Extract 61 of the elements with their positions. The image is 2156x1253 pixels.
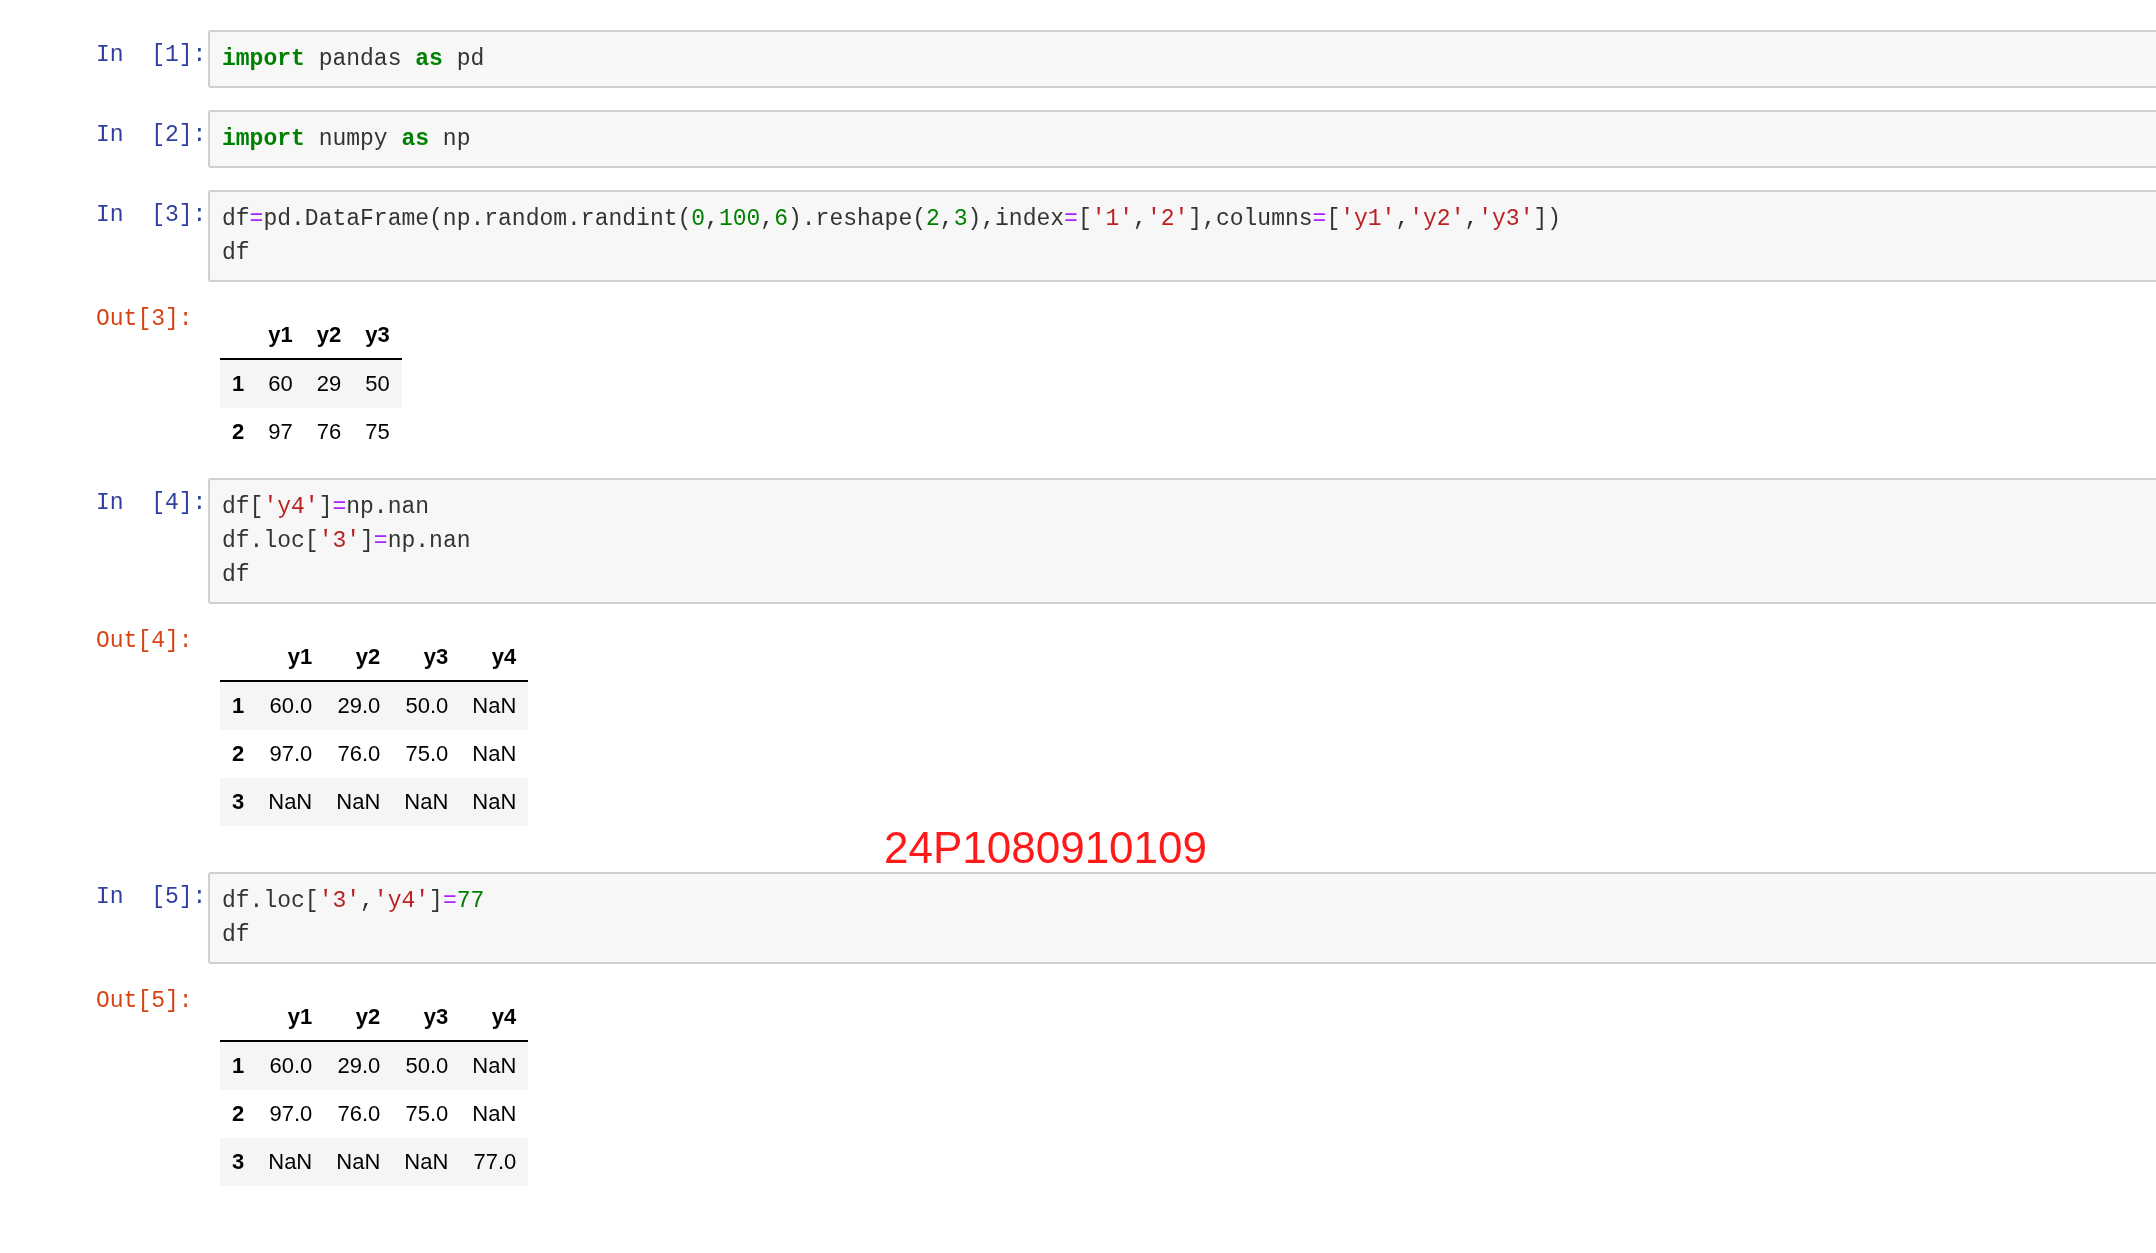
table-cell: 75.0 xyxy=(392,1090,461,1138)
output-prompt: Out[4]: xyxy=(95,627,194,654)
table-cell: 75 xyxy=(353,408,402,456)
code-cell[interactable]: df['y4']=np.nan df.loc['3']=np.nan df xyxy=(208,478,2156,604)
row-index: 1 xyxy=(220,681,257,730)
table-cell: 76.0 xyxy=(324,730,393,778)
table-cell: NaN xyxy=(392,778,461,826)
output-prompt: Out[5]: xyxy=(95,987,194,1014)
table-cell: 76 xyxy=(304,408,354,456)
code-line: df.loc['3','y4']=77 xyxy=(222,887,486,916)
table-cell: 97.0 xyxy=(256,730,325,778)
table-cell: NaN xyxy=(460,778,529,826)
annotation-text: 24P1080910109 xyxy=(884,826,1207,870)
table-cell: NaN xyxy=(460,1090,529,1138)
table-cell: 29 xyxy=(304,359,354,408)
table-cell: 77.0 xyxy=(460,1138,529,1186)
table-cell: 50 xyxy=(353,359,402,408)
row-index: 2 xyxy=(220,408,257,456)
table-cell: 50.0 xyxy=(392,1041,461,1090)
input-prompt: In [2]: xyxy=(95,121,208,148)
table-cell: 60.0 xyxy=(256,1041,325,1090)
input-prompt: In [5]: xyxy=(95,883,208,910)
row-index: 1 xyxy=(220,359,257,408)
table-cell: 75.0 xyxy=(392,730,461,778)
table-cell: NaN xyxy=(324,778,393,826)
table-cell: 29.0 xyxy=(324,681,393,730)
table-cell: 97.0 xyxy=(256,1090,325,1138)
table-cell: 29.0 xyxy=(324,1041,393,1090)
table-cell: NaN xyxy=(460,681,529,730)
table-cell: 50.0 xyxy=(392,681,461,730)
row-index: 2 xyxy=(220,730,257,778)
code-line: df.loc['3']=np.nan xyxy=(222,527,472,556)
input-prompt: In [3]: xyxy=(95,201,208,228)
code-line: df xyxy=(222,921,251,950)
output-prompt: Out[3]: xyxy=(95,305,194,332)
code-line: import pandas as pd xyxy=(222,45,486,74)
input-prompt: In [1]: xyxy=(95,41,208,68)
code-line: df=pd.DataFrame(np.random.randint(0,100,6).reshape(2,3),index=['1','2'],columns=['y1','y2','y3']) xyxy=(222,205,1563,234)
table-cell: NaN xyxy=(256,778,325,826)
code-cell[interactable]: df.loc['3','y4']=77 df xyxy=(208,872,2156,964)
row-index: 1 xyxy=(220,1041,257,1090)
table-cell: NaN xyxy=(256,1138,325,1186)
code-cell[interactable]: df=pd.DataFrame(np.random.randint(0,100,6).reshape(2,3),index=['1','2'],columns=['y1','y2','y3']) df xyxy=(208,190,2156,282)
row-index: 3 xyxy=(220,778,257,826)
table-cell: NaN xyxy=(324,1138,393,1186)
table-cell: NaN xyxy=(392,1138,461,1186)
code-cell[interactable]: import pandas as pd xyxy=(208,30,2156,88)
table-cell: NaN xyxy=(460,1041,529,1090)
code-line: df['y4']=np.nan xyxy=(222,493,431,522)
table-cell: 60.0 xyxy=(256,681,325,730)
table-cell: 76.0 xyxy=(324,1090,393,1138)
input-prompt: In [4]: xyxy=(95,489,208,516)
code-line: import numpy as np xyxy=(222,125,472,154)
row-index: 3 xyxy=(220,1138,257,1186)
code-line: df xyxy=(222,239,251,268)
table-cell: 97 xyxy=(256,408,305,456)
table-cell: 60 xyxy=(256,359,305,408)
row-index: 2 xyxy=(220,1090,257,1138)
code-cell[interactable]: import numpy as np xyxy=(208,110,2156,168)
table-cell: NaN xyxy=(460,730,529,778)
code-line: df xyxy=(222,561,251,590)
